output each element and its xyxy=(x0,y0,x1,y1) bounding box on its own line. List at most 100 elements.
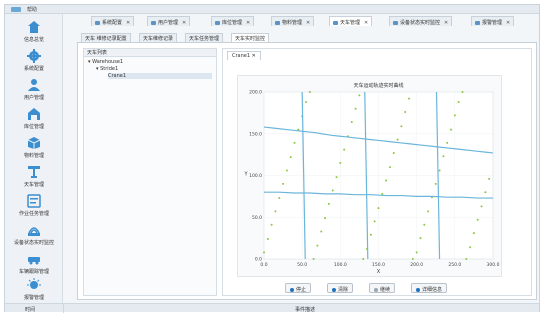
series-point xyxy=(476,218,479,221)
button-label: 停止 xyxy=(296,287,307,293)
close-icon[interactable]: ✕ xyxy=(364,20,368,26)
close-icon[interactable]: ✕ xyxy=(306,20,310,26)
close-icon[interactable]: ✕ xyxy=(126,20,130,26)
series-point xyxy=(480,205,483,208)
tree-node-label: Stride1 xyxy=(100,66,119,72)
tab-label: 库位管理 xyxy=(222,20,243,26)
series-point xyxy=(358,94,361,97)
series-point xyxy=(282,182,285,185)
sidebar-item-overview[interactable]: 信息总览 xyxy=(5,18,63,48)
status-divider xyxy=(63,304,64,313)
status-event-label: 事件描述 xyxy=(295,307,316,313)
gear-icon xyxy=(95,21,100,25)
series-point xyxy=(324,217,327,220)
series-point xyxy=(385,179,388,182)
y-tick-label: 100.0 xyxy=(249,173,262,179)
subtab-realtime-monitor[interactable]: 天车实时监控 xyxy=(231,33,270,42)
tab-label: Crane1 xyxy=(232,53,251,59)
series-point xyxy=(369,233,372,236)
x-tick-label: 0.0 xyxy=(260,262,267,268)
details-button[interactable]: 详细信息 xyxy=(411,283,448,293)
series-point xyxy=(293,141,296,144)
subtab-maintenance-config[interactable]: 天车 维修记录配置 xyxy=(81,33,131,42)
app-logo-icon xyxy=(11,7,21,12)
close-icon[interactable]: ✕ xyxy=(506,20,510,26)
series-point xyxy=(400,125,403,128)
tab-cranes[interactable]: 天车管理 ✕ xyxy=(329,16,373,26)
sidebar-item-system-config[interactable]: 系统配置 xyxy=(5,47,63,77)
close-icon[interactable]: ✕ xyxy=(444,20,448,26)
clear-button[interactable]: 清除 xyxy=(327,283,354,293)
vehicle-icon xyxy=(28,257,40,265)
help-menu[interactable]: 帮助 xyxy=(27,6,37,13)
tab-materials[interactable]: 物料管理 ✕ xyxy=(271,16,315,26)
series-point xyxy=(339,161,342,164)
continue-button[interactable]: 继续 xyxy=(369,283,396,293)
sidebar-item-materials[interactable]: 物料管理 xyxy=(5,134,63,164)
tab-users[interactable]: 用户管理 ✕ xyxy=(147,16,191,26)
close-icon[interactable]: ✕ xyxy=(182,20,186,26)
info-icon xyxy=(416,288,420,292)
series-point xyxy=(438,169,441,172)
stop-icon xyxy=(290,288,294,292)
tab-system-config[interactable]: 系统配置 ✕ xyxy=(91,16,135,26)
sidebar-item-device-monitor[interactable]: 设备状态实时监控 xyxy=(5,221,63,251)
series-point xyxy=(373,220,376,223)
sidebar-item-tasks[interactable]: 作业任务管理 xyxy=(5,192,63,222)
status-bar: 时间 事件描述 xyxy=(5,303,539,313)
sidebar-item-label: 天车管理 xyxy=(23,182,44,188)
series-point xyxy=(469,246,472,249)
y-tick-label: 150.0 xyxy=(249,131,262,137)
x-axis-label: X xyxy=(377,269,381,275)
close-icon[interactable]: ✕ xyxy=(246,20,250,26)
sidebar-item-alarms[interactable]: 报警管理 xyxy=(5,276,63,306)
x-tick-label: 300.0 xyxy=(487,262,500,268)
tab-label: 物料管理 xyxy=(282,20,303,26)
series-point xyxy=(396,138,399,141)
user-icon xyxy=(151,21,156,25)
series-point xyxy=(278,197,281,200)
tab-alarms[interactable]: 报警管理 ✕ xyxy=(471,16,515,26)
tab-locations[interactable]: 库位管理 ✕ xyxy=(211,16,255,26)
user-icon xyxy=(28,79,40,91)
series-point xyxy=(419,237,422,240)
series-point xyxy=(388,166,391,169)
y-tick-label: 50.0 xyxy=(252,215,262,221)
subtab-maintenance-records[interactable]: 天车维修记录 xyxy=(139,33,178,42)
series-point xyxy=(327,202,330,205)
tab-device-monitor[interactable]: 设备状态实时监控 ✕ xyxy=(389,16,453,26)
x-tick-label: 200.0 xyxy=(410,262,423,268)
sidebar-item-label: 库位管理 xyxy=(23,124,44,130)
series-point xyxy=(450,128,453,131)
series-point xyxy=(377,207,380,210)
series-point xyxy=(453,114,456,117)
sidebar-item-users[interactable]: 用户管理 xyxy=(5,76,63,106)
crane-tree: 天车列表 ▾ Warehouse1 ▾ Stride1 Crane1 xyxy=(83,48,217,296)
tab-label: 天车管理 xyxy=(340,20,361,26)
series-point xyxy=(488,177,491,180)
close-icon[interactable]: ✕ xyxy=(252,53,256,59)
monitor-icon xyxy=(393,21,398,25)
series-point xyxy=(442,155,445,158)
series-point xyxy=(465,258,468,260)
sidebar-item-label: 物料管理 xyxy=(23,153,44,159)
sidebar-item-cranes[interactable]: 天车管理 xyxy=(5,163,63,193)
title-bar: 帮助 xyxy=(5,5,539,14)
sidebar-item-locations[interactable]: 库位管理 xyxy=(5,105,63,135)
series-point xyxy=(457,101,460,104)
tree-node-stride[interactable]: ▾ Stride1 xyxy=(96,66,118,72)
tab-crane1[interactable]: Crane1 ✕ xyxy=(227,51,261,60)
series-point xyxy=(274,210,277,213)
tree-node-crane[interactable]: Crane1 xyxy=(108,73,212,79)
tree-node-warehouse[interactable]: ▾ Warehouse1 xyxy=(88,59,123,65)
tab-label: 设备状态实时监控 xyxy=(400,20,441,26)
series-point xyxy=(484,191,487,194)
box-icon xyxy=(275,21,280,25)
stop-button[interactable]: 停止 xyxy=(285,283,312,293)
app-window: 帮助 信息总览 系统配置 用户管理 库位管理 物料管理 天车管理 作业任务管理 … xyxy=(4,4,540,313)
subtab-crane-tasks[interactable]: 天车任务管理 xyxy=(185,33,224,42)
y-tick-label: 200.0 xyxy=(249,90,262,96)
status-time-label: 时间 xyxy=(25,307,36,313)
button-label: 详细信息 xyxy=(422,287,443,293)
series-point xyxy=(331,189,334,192)
